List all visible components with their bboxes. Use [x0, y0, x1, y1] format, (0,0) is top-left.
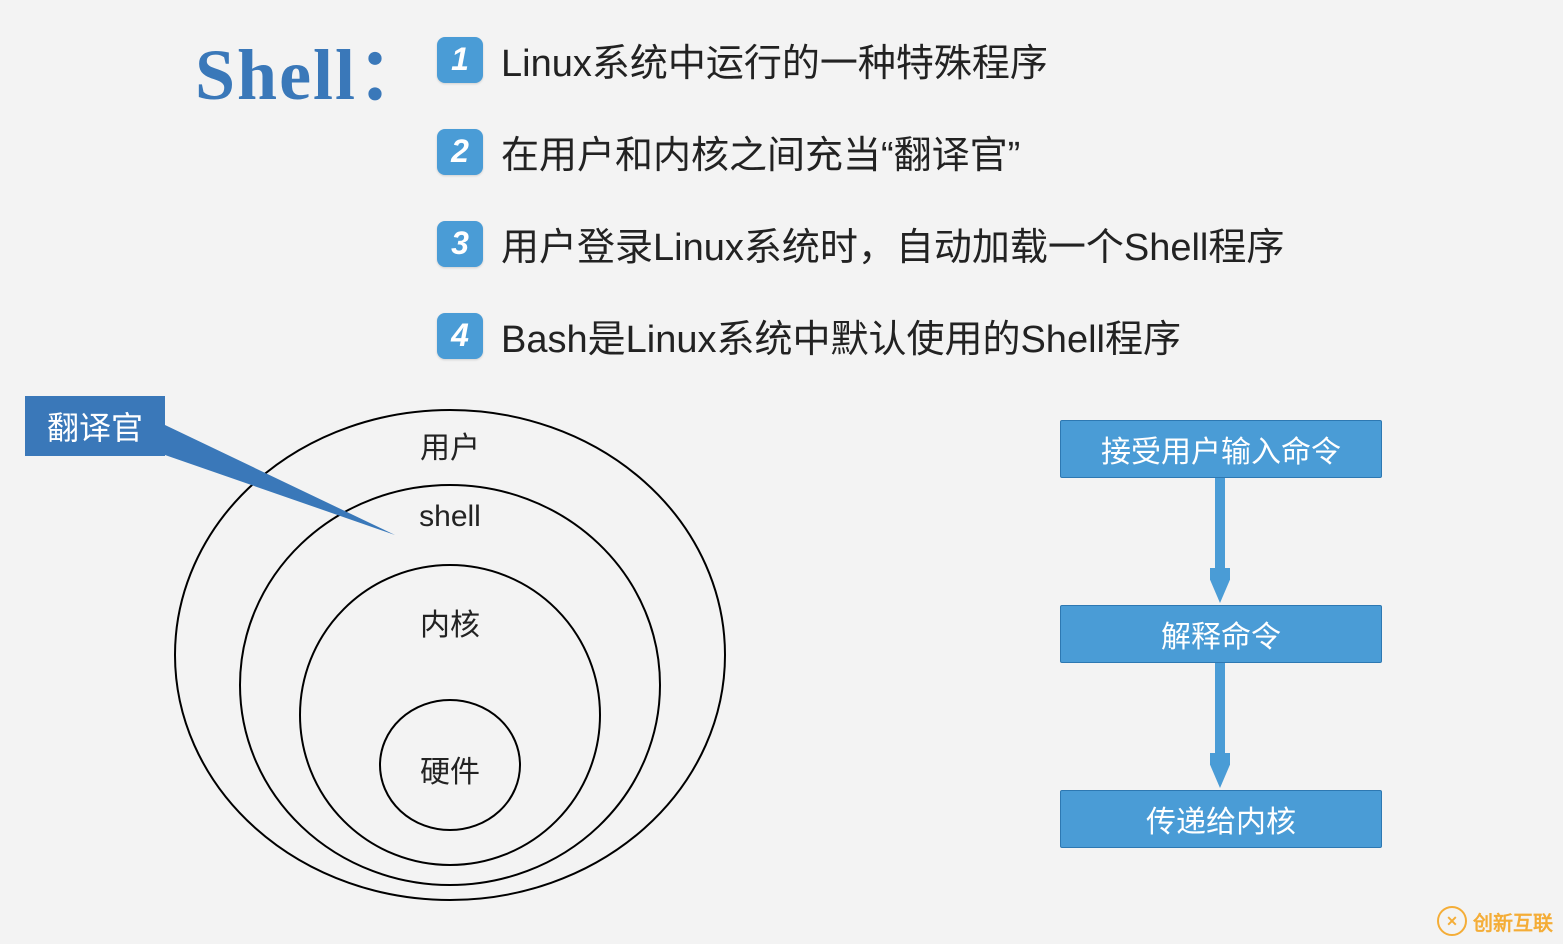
flow-step-1: 接受用户输入命令	[1060, 420, 1382, 478]
watermark: ✕ 创新互联	[1437, 906, 1553, 936]
flow-step-2-text: 解释命令	[1161, 612, 1281, 656]
num-badge-3: 3	[437, 221, 483, 267]
callout-pointer-icon	[165, 425, 395, 535]
layer-label-kernel: 内核	[390, 600, 510, 644]
flow-step-1-text: 接受用户输入命令	[1101, 427, 1341, 471]
bullet-text-4: Bash是Linux系统中默认使用的Shell程序	[501, 308, 1181, 363]
flow-step-2: 解释命令	[1060, 605, 1382, 663]
title-text: Shell：	[195, 35, 431, 115]
num-badge-2: 2	[437, 129, 483, 175]
bullet-row-3: 3 用户登录Linux系统时，自动加载一个Shell程序	[437, 216, 1284, 271]
layer-label-user: 用户	[390, 423, 510, 467]
arrow-down-icon-1	[1210, 478, 1230, 603]
arrow-down-icon-2	[1210, 663, 1230, 788]
concentric-diagram: 用户 shell 内核 硬件	[170, 395, 730, 905]
ellipse-svg	[170, 395, 730, 905]
watermark-text: 创新互联	[1473, 907, 1553, 936]
bullet-text-3: 用户登录Linux系统时，自动加载一个Shell程序	[501, 216, 1284, 271]
flow-step-3-text: 传递给内核	[1146, 797, 1296, 841]
layer-label-hardware: 硬件	[390, 747, 510, 791]
bullet-text-2: 在用户和内核之间充当“翻译官”	[501, 124, 1020, 179]
callout-box: 翻译官	[25, 396, 165, 456]
layer-label-shell: shell	[390, 500, 510, 534]
bullet-text-1: Linux系统中运行的一种特殊程序	[501, 32, 1048, 87]
page-title: Shell：	[195, 15, 431, 120]
num-badge-1: 1	[437, 37, 483, 83]
flow-step-3: 传递给内核	[1060, 790, 1382, 848]
bullet-row-4: 4 Bash是Linux系统中默认使用的Shell程序	[437, 308, 1181, 363]
bullet-row-1: 1 Linux系统中运行的一种特殊程序	[437, 32, 1048, 87]
num-badge-4: 4	[437, 313, 483, 359]
watermark-logo-icon: ✕	[1437, 906, 1467, 936]
callout-text: 翻译官	[47, 403, 143, 449]
bullet-row-2: 2 在用户和内核之间充当“翻译官”	[437, 124, 1020, 179]
